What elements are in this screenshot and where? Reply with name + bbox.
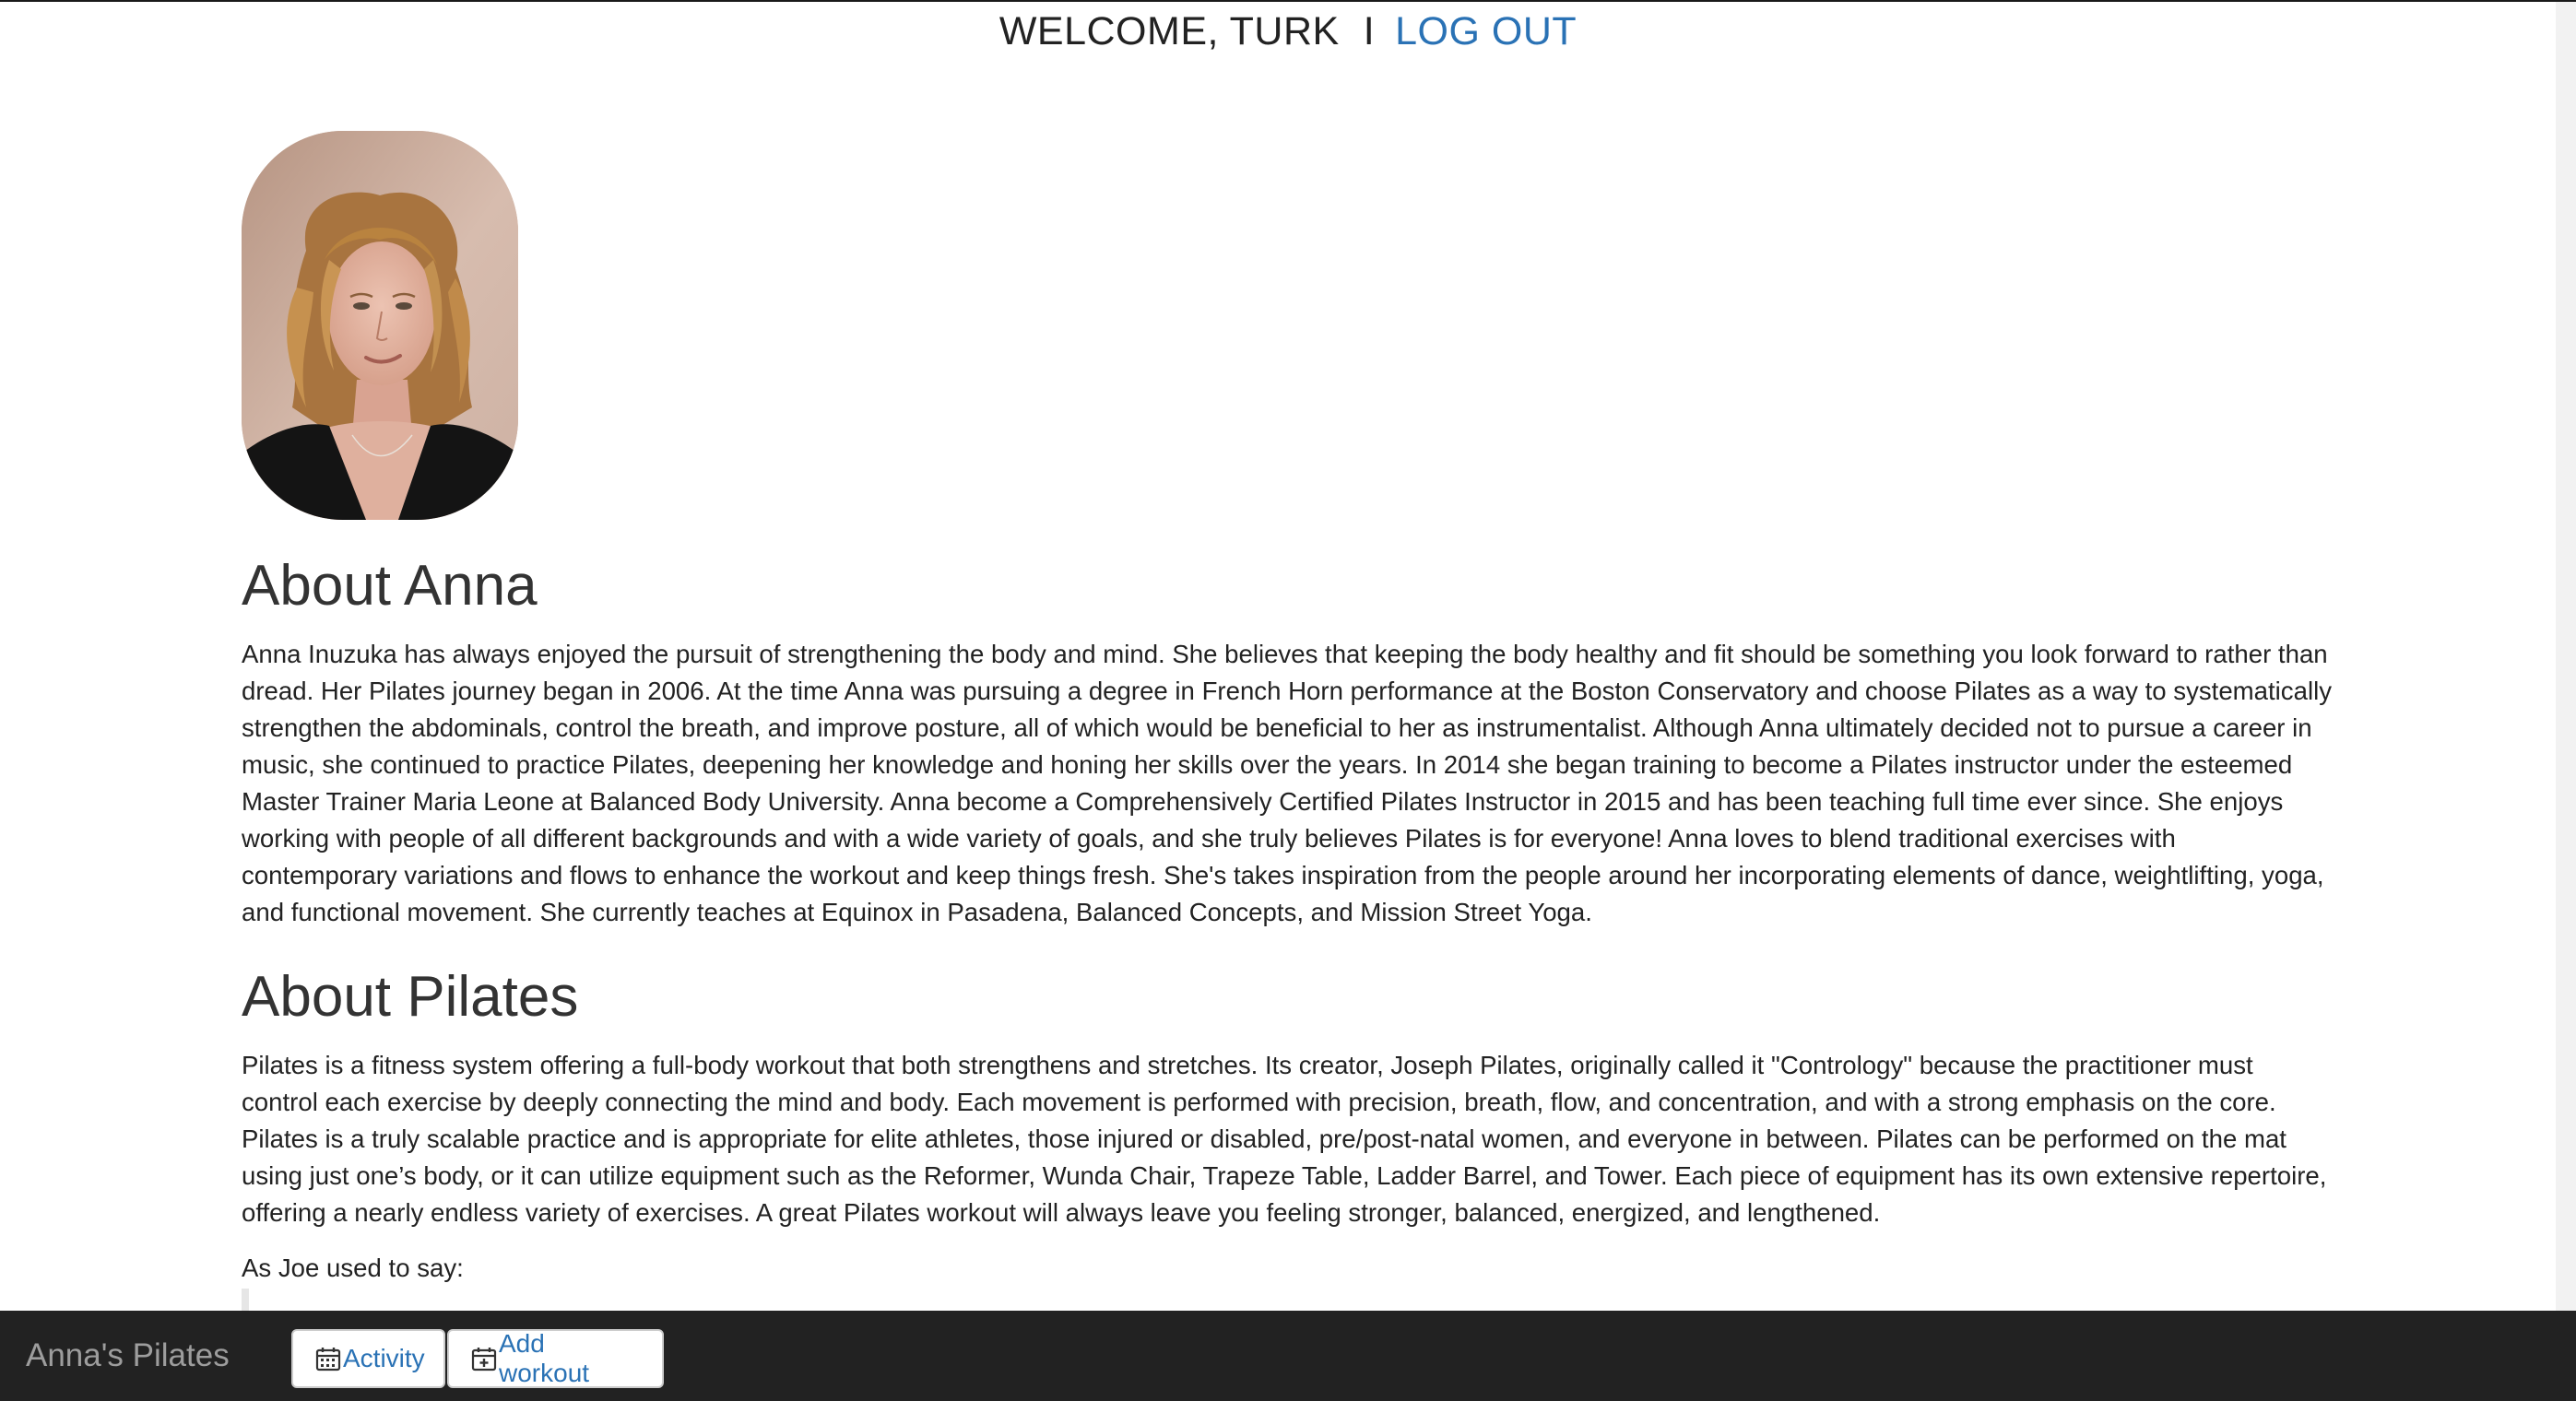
about-anna-text: Anna Inuzuka has always enjoyed the purs… bbox=[242, 640, 2333, 926]
welcome-separator: I bbox=[1363, 9, 1376, 53]
calendar-icon bbox=[315, 1348, 341, 1372]
about-anna-heading: About Anna bbox=[242, 554, 538, 618]
brand-name[interactable]: Anna's Pilates bbox=[26, 1311, 230, 1401]
welcome-bar: WELCOME, TURK I LOG OUT bbox=[0, 6, 2576, 57]
top-border bbox=[0, 0, 2576, 2]
bottom-navbar: Anna's Pilates Activity Add workout bbox=[0, 1311, 2576, 1401]
about-pilates-text: Pilates is a fitness system offering a f… bbox=[242, 1051, 2327, 1227]
scrollbar-track[interactable] bbox=[2556, 2, 2576, 1311]
welcome-text: WELCOME, TURK bbox=[998, 9, 1340, 53]
quote-intro: As Joe used to say: bbox=[242, 1254, 464, 1282]
add-workout-button-label: Add workout bbox=[499, 1329, 590, 1387]
activity-button[interactable]: Activity bbox=[291, 1329, 445, 1388]
profile-photo-image bbox=[242, 131, 518, 520]
add-workout-button[interactable]: Add workout bbox=[447, 1329, 664, 1388]
calendar-plus-icon bbox=[471, 1348, 497, 1372]
activity-button-label: Activity bbox=[343, 1344, 425, 1372]
profile-photo bbox=[242, 131, 518, 520]
logout-link[interactable]: LOG OUT bbox=[1395, 9, 1577, 53]
about-pilates-heading: About Pilates bbox=[242, 965, 579, 1029]
